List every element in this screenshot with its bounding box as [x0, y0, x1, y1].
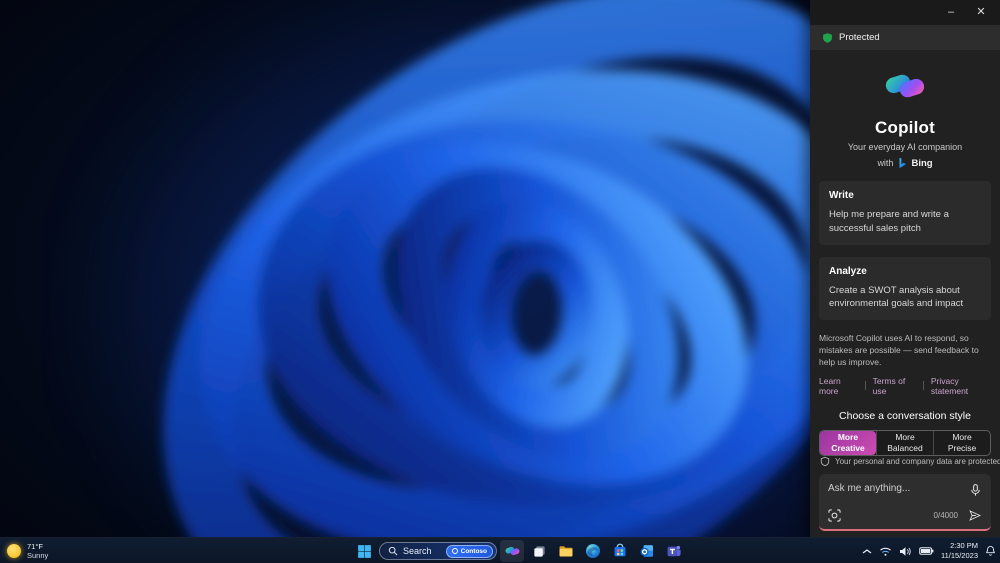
company-badge-label: Contoso	[460, 547, 487, 555]
copilot-body: Copilot Your everyday AI companion with …	[810, 50, 1000, 537]
composer-top-row	[828, 482, 982, 497]
protected-bar: Protected	[810, 25, 1000, 50]
edge-button[interactable]	[581, 540, 605, 562]
learn-more-link[interactable]: Learn more	[819, 376, 858, 396]
composer-bottom-row: 0/4000	[828, 509, 982, 522]
link-divider	[864, 381, 866, 391]
legal-links-row: Learn more Terms of use Privacy statemen…	[819, 376, 991, 396]
copilot-panel: – ✕ Protected Copilot Your everyday AI c…	[810, 0, 1000, 537]
taskbar-copilot-button[interactable]	[500, 540, 524, 562]
suggestion-card-write[interactable]: Write Help me prepare and write a succes…	[819, 181, 991, 245]
weather-condition: Sunny	[27, 551, 49, 560]
outlook-button[interactable]	[635, 540, 659, 562]
copilot-brand: Copilot Your everyday AI companion with …	[819, 64, 991, 169]
style-label-line1: More	[837, 432, 859, 443]
bing-icon	[897, 157, 907, 169]
search-company-badge[interactable]: Contoso	[445, 544, 493, 558]
outlook-icon	[639, 543, 655, 559]
card-title: Analyze	[829, 265, 867, 277]
minimize-button[interactable]: –	[938, 3, 964, 22]
task-view-button[interactable]	[527, 540, 551, 562]
style-label-line1: More	[952, 432, 972, 443]
data-protection-text: Your personal and company data are prote…	[835, 456, 1000, 466]
taskbar-search-box[interactable]: Search Contoso	[379, 542, 497, 560]
card-description: Create a SWOT analysis about environment…	[829, 284, 964, 310]
copilot-titlebar: – ✕	[810, 0, 1000, 25]
teams-button[interactable]	[662, 540, 686, 562]
chat-composer[interactable]: 0/4000	[819, 473, 991, 531]
search-placeholder: Search	[403, 546, 432, 556]
task-view-icon	[532, 544, 547, 559]
microsoft-store-icon	[612, 543, 628, 559]
weather-widget[interactable]: 71°F Sunny	[7, 538, 48, 563]
style-label-line2: Creative	[831, 442, 865, 453]
volume-icon[interactable]	[899, 546, 912, 557]
clock-widget[interactable]: 2:30 PM 11/15/2023	[941, 541, 978, 561]
data-protection-note: Your personal and company data are prote…	[819, 456, 1000, 467]
bing-label: Bing	[911, 157, 933, 169]
edge-browser-icon	[585, 543, 601, 559]
file-explorer-button[interactable]	[554, 540, 578, 562]
style-more-precise-button[interactable]: More Precise	[933, 430, 990, 455]
style-more-creative-button[interactable]: More Creative	[820, 430, 876, 455]
shield-protected-icon	[822, 32, 833, 44]
tray-date: 11/15/2023	[941, 551, 978, 560]
link-divider	[922, 381, 924, 391]
conversation-style-heading: Choose a conversation style	[839, 409, 971, 422]
ai-disclaimer-text: Microsoft Copilot uses AI to respond, so…	[819, 333, 979, 367]
protected-label: Protected	[839, 32, 880, 43]
tray-time: 2:30 PM	[950, 541, 978, 551]
with-label: with	[877, 158, 894, 168]
wifi-icon[interactable]	[879, 546, 892, 557]
with-bing-row: with Bing	[819, 157, 991, 169]
conversation-style-group: More Creative More Balanced More Precise	[819, 429, 991, 456]
add-screenshot-icon[interactable]	[828, 509, 841, 522]
microphone-icon[interactable]	[969, 483, 982, 497]
weather-temperature: 71°F	[27, 541, 43, 551]
battery-icon[interactable]	[919, 546, 934, 556]
microsoft-store-button[interactable]	[608, 540, 632, 562]
file-explorer-icon	[558, 543, 574, 559]
search-icon	[388, 546, 398, 556]
taskbar-center: Search Contoso	[352, 538, 686, 563]
system-tray: 2:30 PM 11/15/2023	[862, 538, 996, 563]
hidden-icons-chevron[interactable]	[862, 548, 872, 555]
company-logo-icon	[451, 548, 458, 554]
shield-outline-icon	[820, 456, 830, 467]
style-label-line2: Precise	[947, 442, 977, 453]
card-title: Write	[829, 190, 854, 201]
desktop-screen: – ✕ Protected Copilot Your everyday AI c…	[0, 0, 1000, 563]
taskbar: 71°F Sunny Search Contoso 2:30 PM 11/15/…	[0, 537, 1000, 563]
copilot-title: Copilot	[875, 118, 935, 137]
chat-input[interactable]	[828, 482, 958, 494]
windows-start-icon	[357, 544, 372, 559]
character-count: 0/4000	[933, 511, 958, 520]
privacy-statement-link[interactable]: Privacy statement	[931, 376, 991, 396]
copilot-taskbar-icon	[504, 543, 521, 559]
copilot-logo-icon	[882, 64, 928, 108]
notifications-bell-icon[interactable]	[985, 545, 996, 557]
copilot-subtitle: Your everyday AI companion	[847, 142, 963, 152]
sunny-weather-icon	[7, 544, 21, 558]
weather-text: 71°F Sunny	[27, 542, 48, 561]
card-description: Help me prepare and write a successful s…	[829, 209, 949, 234]
style-label-line2: Balanced	[887, 442, 923, 453]
style-more-balanced-button[interactable]: More Balanced	[876, 430, 933, 455]
close-button[interactable]: ✕	[968, 3, 994, 22]
teams-icon	[666, 543, 682, 559]
suggestion-card-analyze[interactable]: Analyze Create a SWOT analysis about env…	[819, 256, 991, 321]
terms-of-use-link[interactable]: Terms of use	[873, 376, 916, 396]
start-button[interactable]	[352, 540, 376, 562]
send-icon[interactable]	[968, 509, 982, 522]
style-label-line1: More	[895, 432, 915, 443]
